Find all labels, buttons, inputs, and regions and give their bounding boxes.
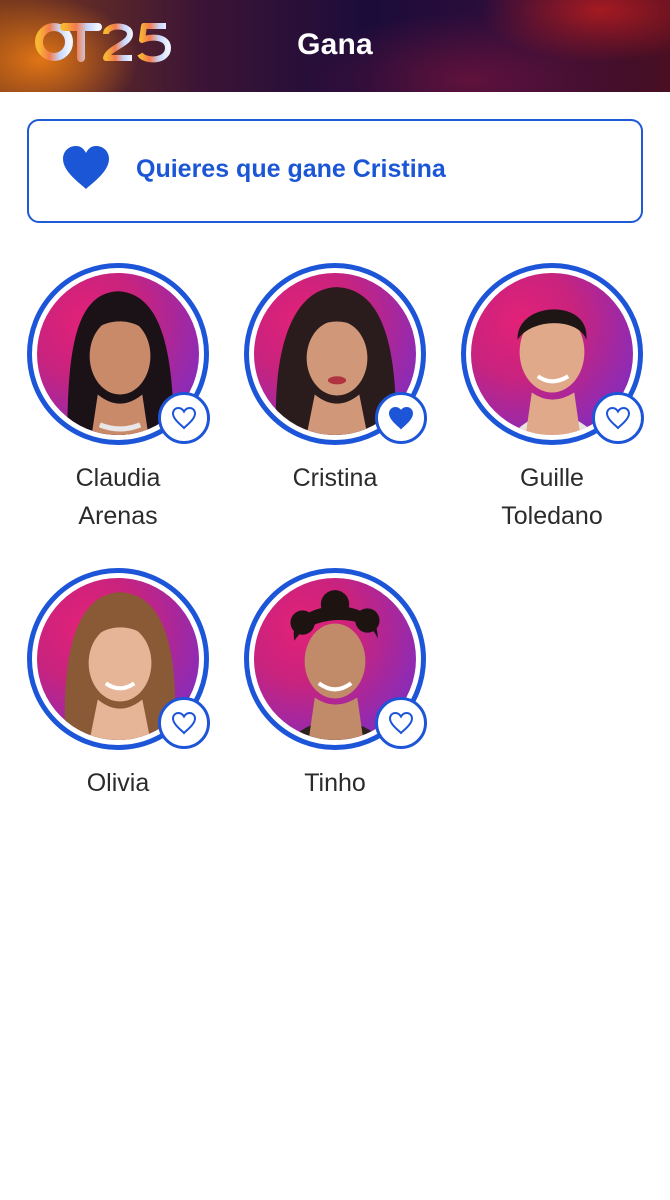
contestant-name: Claudia Arenas	[25, 459, 211, 535]
contestant-first-name: Guille	[520, 464, 584, 492]
favorite-toggle[interactable]	[592, 392, 644, 444]
heart-filled-icon	[63, 146, 109, 189]
heart-outline-icon	[171, 406, 197, 430]
favorite-toggle[interactable]	[158, 697, 210, 749]
contestant-first-name: Claudia	[75, 464, 161, 492]
avatar[interactable]	[27, 263, 210, 445]
vote-message: Quieres que gane Cristina	[136, 155, 446, 183]
contestant-card-guille-toledano[interactable]: Guille Toledano	[459, 263, 645, 535]
contestant-name: Olivia	[25, 764, 211, 802]
contestant-card-olivia[interactable]: Olivia	[25, 568, 211, 802]
contestant-last-name: Arenas	[78, 502, 158, 530]
contestant-card-claudia-arenas[interactable]: Claudia Arenas	[25, 263, 211, 535]
favorite-toggle[interactable]	[375, 392, 427, 444]
contestant-last-name: Toledano	[501, 502, 603, 530]
contestant-card-tinho[interactable]: Tinho	[242, 568, 428, 802]
contestant-name: Guille Toledano	[459, 459, 645, 535]
heart-outline-icon	[388, 711, 414, 735]
vote-confirmation-banner: Quieres que gane Cristina	[27, 119, 643, 223]
favorite-toggle[interactable]	[375, 697, 427, 749]
avatar[interactable]	[27, 568, 210, 750]
avatar[interactable]	[461, 263, 644, 445]
heart-filled-icon	[388, 406, 414, 430]
page-title: Gana	[297, 28, 373, 61]
contestant-first-name: Tinho	[304, 769, 366, 797]
heart-outline-icon	[171, 711, 197, 735]
avatar[interactable]	[244, 263, 427, 445]
favorite-toggle[interactable]	[158, 392, 210, 444]
avatar[interactable]	[244, 568, 427, 750]
app-header: Gana	[0, 0, 670, 92]
contestant-name: Cristina	[242, 459, 428, 497]
contestant-first-name: Olivia	[86, 769, 150, 797]
heart-outline-icon	[605, 406, 631, 430]
contestant-card-cristina[interactable]: Cristina	[242, 263, 428, 497]
contestant-first-name: Cristina	[292, 464, 378, 492]
contestant-name: Tinho	[242, 764, 428, 802]
